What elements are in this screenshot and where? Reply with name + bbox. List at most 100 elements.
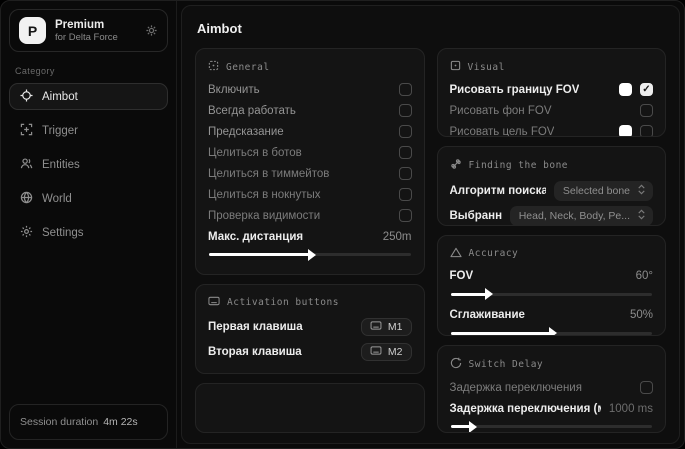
slider-label: Задержка переключения (мс) [449, 402, 601, 415]
activation-buttons-card: Activation buttons Первая клавиша M1 Вто… [195, 284, 425, 374]
switch-delay-slider[interactable] [450, 420, 652, 433]
slider-label: Макс. дистанция [208, 230, 304, 243]
sidebar-item-world[interactable]: World [9, 185, 168, 212]
chevron-up-down-icon [637, 184, 646, 198]
bone-icon [450, 158, 462, 173]
toggle-label: Целиться в нокнутых [208, 188, 321, 201]
color-swatch[interactable] [619, 125, 632, 137]
visual-label: Рисовать фон FOV [449, 104, 552, 117]
app-subtitle: for Delta Force [55, 31, 118, 43]
app-title: Premium [55, 18, 105, 31]
activation-title: Activation buttons [227, 297, 339, 308]
slider-value: 50% [629, 309, 653, 322]
keybind-button[interactable]: M2 [360, 342, 412, 361]
sidebar-item-label: World [42, 192, 72, 205]
checkbox[interactable] [398, 188, 412, 201]
general-title: General [226, 61, 270, 73]
selected-bones-select[interactable]: Head, Neck, Body, Pe... [509, 205, 653, 225]
toggle-row: Задержка переключения [449, 377, 653, 398]
toggle-label: Включить [208, 83, 260, 96]
keyboard-icon [208, 296, 220, 309]
toggle-row: Всегда работать [208, 100, 412, 121]
slider-row: Сглаживание 50% [450, 305, 654, 326]
crosshair-icon [20, 88, 33, 105]
category-label: Category [15, 66, 55, 76]
sidebar-item-trigger[interactable]: Trigger [9, 117, 168, 144]
slider-row: Задержка переключения (мс) 1000 ms [450, 398, 654, 419]
sidebar-item-settings[interactable]: Settings [9, 219, 168, 246]
smoothing-slider[interactable] [450, 327, 652, 336]
sidebar-item-entities[interactable]: Entities [9, 151, 168, 178]
checkbox[interactable] [398, 104, 412, 117]
toggle-label: Предсказание [208, 125, 284, 138]
checkbox[interactable] [640, 83, 653, 96]
checkbox[interactable] [640, 104, 653, 117]
toggle-row: Целиться в нокнутых [208, 184, 412, 205]
entities-icon [20, 157, 33, 173]
sidebar-item-aimbot[interactable]: Aimbot [9, 83, 168, 110]
toggle-row: Предсказание [208, 121, 412, 142]
trigger-icon [20, 123, 33, 139]
slider-row: Макс. дистанция 250m [208, 226, 412, 247]
keybind-label: Вторая клавиша [208, 345, 302, 358]
checkbox[interactable] [398, 167, 412, 180]
left-column: General Включить Всегда работать Предска… [195, 48, 425, 433]
visual-row: Рисовать фон FOV [449, 100, 653, 121]
bone-algorithm-select[interactable]: Selected bone [553, 180, 653, 201]
keybind-value: M1 [387, 320, 403, 333]
max-distance-slider[interactable] [209, 248, 411, 261]
visual-card: Visual Рисовать границу FOV Рисовать фон… [436, 48, 666, 138]
toggle-row: Целиться в ботов [208, 142, 412, 163]
app-logo: P [19, 17, 46, 44]
gear-icon[interactable] [145, 24, 158, 37]
sidebar-item-label: Settings [42, 226, 84, 239]
page-title: Aimbot [197, 21, 242, 36]
sidebar-item-label: Entities [42, 158, 80, 171]
main-panel: Aimbot General Включить Всегда работать … [181, 5, 680, 444]
app-window: P Premium for Delta Force Category Aimbo… [0, 0, 685, 449]
general-card: General Включить Всегда работать Предска… [195, 48, 425, 275]
slider-label: Сглаживание [449, 309, 525, 322]
visual-title: Visual [467, 61, 505, 73]
session-duration-label: Session duration [20, 416, 99, 428]
slider-thumb[interactable] [484, 288, 493, 301]
toggle-label: Задержка переключения [449, 381, 582, 394]
keybind-label: Первая клавиша [208, 320, 303, 333]
visual-label: Рисовать границу FOV [449, 83, 580, 96]
bone-row: Алгоритм поиска костей Selected bone [449, 178, 653, 203]
slider-label: FOV [449, 270, 474, 283]
keybind-row: Первая клавиша M1 [208, 314, 412, 339]
checkbox[interactable] [398, 209, 412, 222]
color-swatch[interactable] [619, 83, 632, 96]
globe-icon [20, 191, 33, 207]
general-icon [208, 60, 219, 74]
toggle-label: Всегда работать [208, 104, 296, 117]
finding-bone-title: Finding the bone [468, 160, 569, 172]
sidebar: P Premium for Delta Force Category Aimbo… [1, 1, 177, 448]
chevron-up-down-icon [637, 209, 646, 223]
visual-label: Рисовать цель FOV [449, 125, 555, 138]
checkbox[interactable] [398, 146, 412, 159]
slider-thumb[interactable] [307, 248, 316, 261]
slider-row: FOV 60° [450, 266, 654, 287]
checkbox[interactable] [640, 125, 653, 137]
slider-value: 60° [635, 270, 653, 283]
switch-delay-card: Switch Delay Задержка переключения Задер… [436, 345, 666, 433]
switch-delay-title: Switch Delay [468, 359, 544, 371]
keybind-button[interactable]: M1 [360, 317, 412, 336]
checkbox[interactable] [640, 381, 653, 395]
visual-row: Рисовать границу FOV [449, 79, 653, 100]
toggle-label: Целиться в ботов [208, 146, 302, 159]
checkbox[interactable] [398, 125, 412, 138]
checkbox[interactable] [398, 83, 412, 96]
select-value: Head, Neck, Body, Pe... [518, 209, 630, 222]
slider-value: 1000 ms [608, 402, 653, 415]
bone-label: Алгоритм поиска костей [449, 184, 546, 197]
slider-thumb[interactable] [468, 420, 477, 433]
bone-row: Выбранные кости Head, Neck, Body, Pe... [450, 203, 653, 225]
sidebar-nav: Aimbot Trigger Entities World Settings [9, 83, 168, 246]
fov-slider[interactable] [450, 288, 652, 301]
timer-icon [450, 357, 462, 372]
toggle-label: Проверка видимости [208, 209, 321, 222]
slider-thumb[interactable] [549, 327, 558, 336]
